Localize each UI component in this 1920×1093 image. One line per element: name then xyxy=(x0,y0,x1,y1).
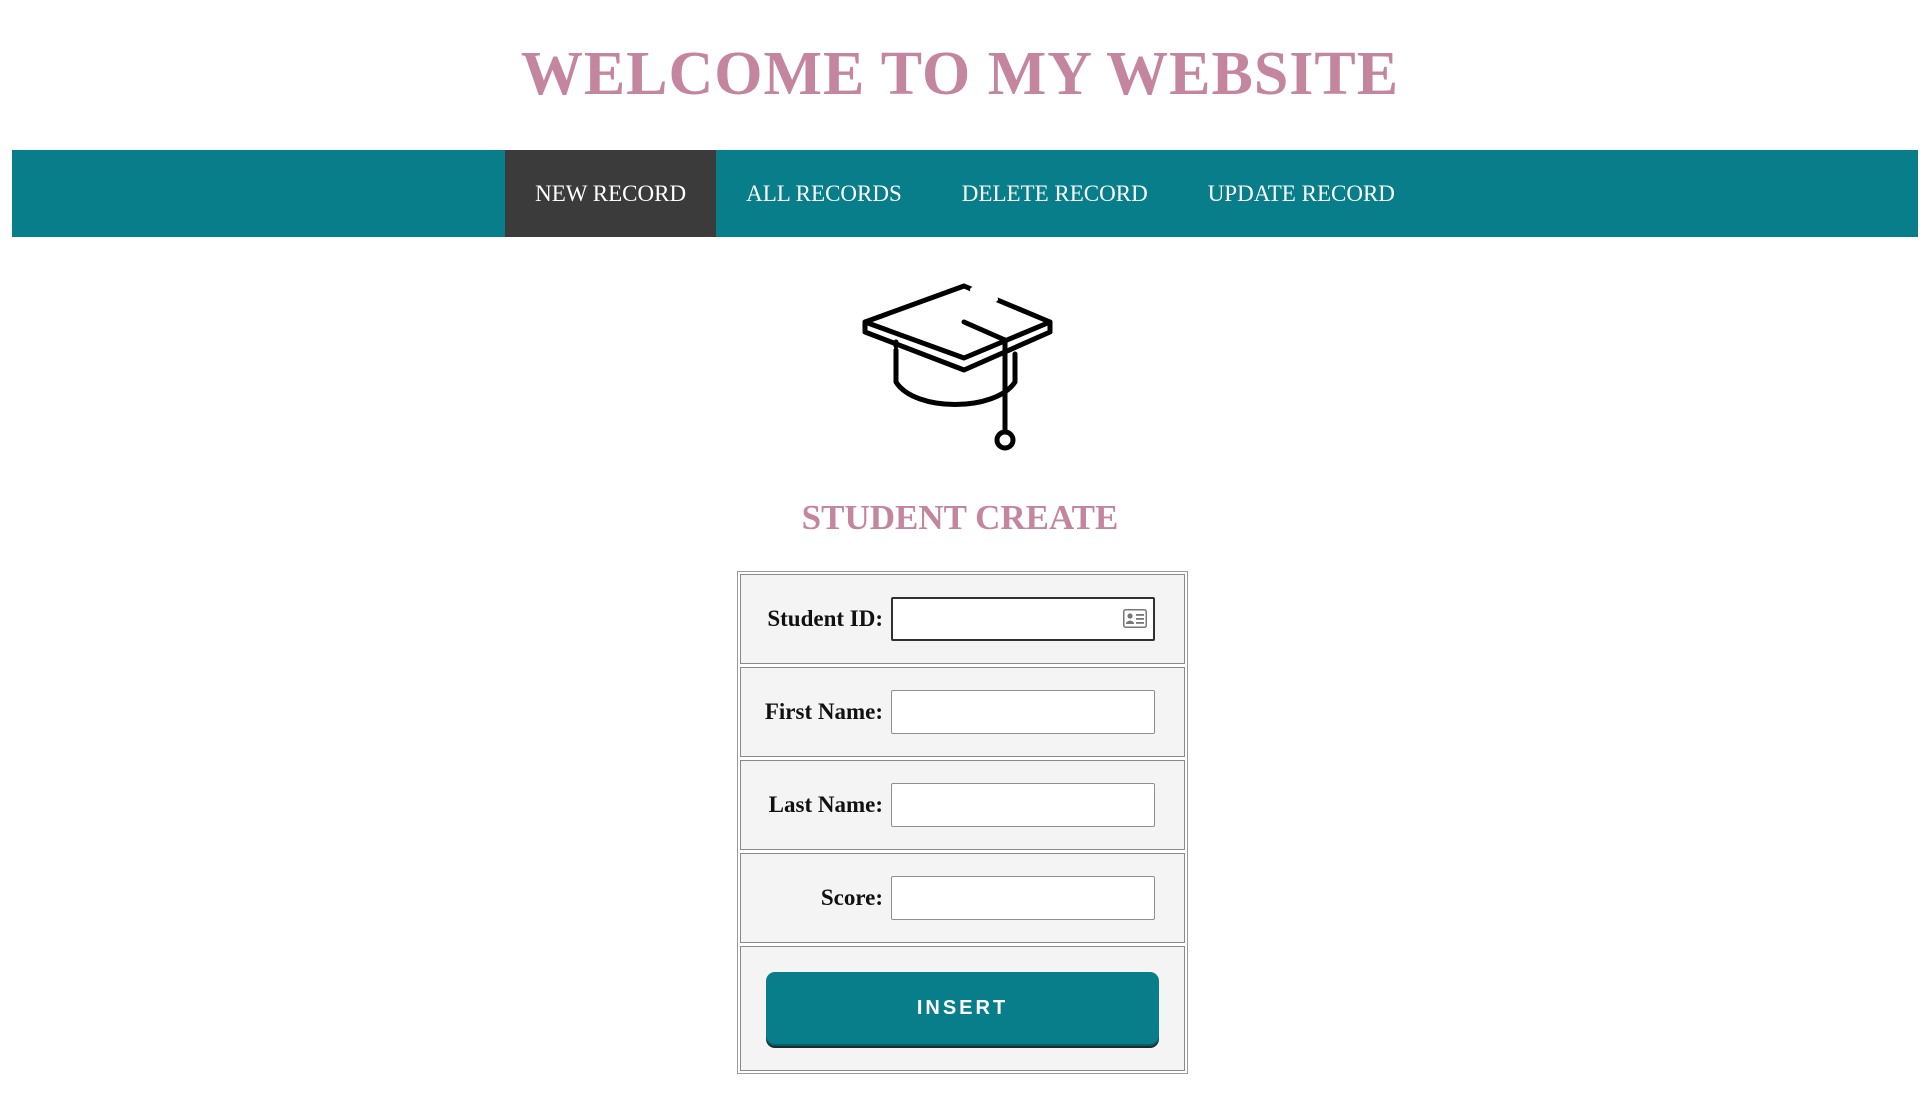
nav-item-update-record[interactable]: UPDATE RECORD xyxy=(1178,150,1425,237)
nav-item-new-record[interactable]: NEW RECORD xyxy=(505,150,717,237)
first-name-field-wrap xyxy=(891,690,1155,734)
submit-row: INSERT xyxy=(740,946,1185,1071)
site-title: WELCOME TO MY WEBSITE xyxy=(520,40,1400,108)
first-name-label: First Name: xyxy=(764,699,883,724)
last-name-field-wrap xyxy=(891,783,1155,827)
score-field-wrap xyxy=(891,876,1155,920)
nav-item-delete-record[interactable]: DELETE RECORD xyxy=(932,150,1178,237)
first-name-row: First Name: xyxy=(740,667,1185,757)
student-id-row: Student ID: xyxy=(740,574,1185,664)
last-name-row: Last Name: xyxy=(740,760,1185,850)
student-id-field-wrap xyxy=(891,597,1155,641)
first-name-input[interactable] xyxy=(892,691,1154,733)
student-form: Student ID: First Name: Last Name: Score… xyxy=(737,571,1188,1074)
score-row: Score: xyxy=(740,853,1185,943)
last-name-input[interactable] xyxy=(892,784,1154,826)
graduation-cap-icon xyxy=(860,282,1060,452)
nav-item-all-records[interactable]: ALL RECORDS xyxy=(716,150,932,237)
contact-card-icon[interactable] xyxy=(1123,609,1147,628)
score-label: Score: xyxy=(820,885,883,910)
insert-button[interactable]: INSERT xyxy=(766,971,1159,1046)
student-id-label: Student ID: xyxy=(767,606,883,631)
form-title: STUDENT CREATE xyxy=(801,498,1119,537)
student-id-input[interactable] xyxy=(893,599,1153,639)
last-name-label: Last Name: xyxy=(768,792,883,817)
score-input[interactable] xyxy=(892,877,1154,919)
main-navbar: NEW RECORD ALL RECORDS DELETE RECORD UPD… xyxy=(12,150,1918,237)
